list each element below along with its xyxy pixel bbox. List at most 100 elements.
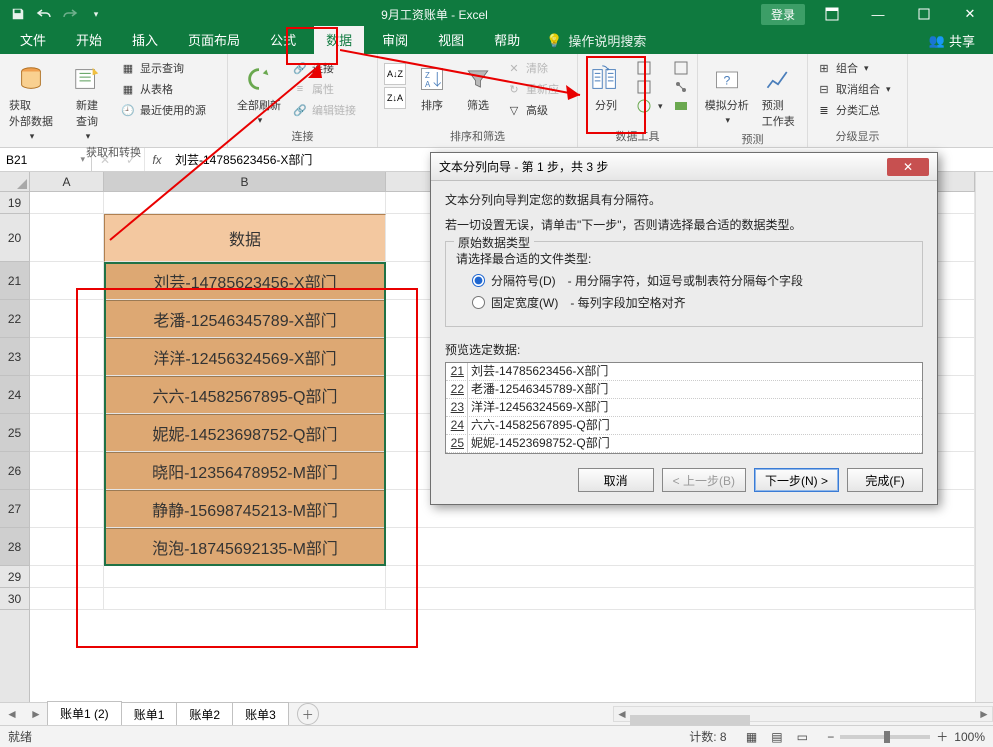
tab-file[interactable]: 文件 (8, 26, 58, 54)
sheet-tab-3[interactable]: 账单3 (232, 702, 289, 726)
tab-view[interactable]: 视图 (426, 26, 476, 54)
connections-button[interactable]: 🔗连接 (290, 59, 358, 77)
manage-data-model-button[interactable] (671, 97, 691, 115)
row-28[interactable]: 28 (0, 528, 29, 566)
forecast-sheet-button[interactable]: 预测 工作表 (756, 59, 802, 129)
zoom-slider[interactable] (840, 735, 930, 739)
ungroup-button[interactable]: ⊟取消组合▾ (814, 80, 893, 98)
col-B[interactable]: B (104, 172, 386, 191)
row-30[interactable]: 30 (0, 588, 29, 610)
row-19[interactable]: 19 (0, 192, 29, 214)
subtotal-button[interactable]: ≣分类汇总 (814, 101, 893, 119)
sheet-nav-next[interactable]: ► (24, 707, 48, 721)
text-to-columns-button[interactable]: 分列 (584, 59, 628, 113)
tab-pagelayout[interactable]: 页面布局 (176, 26, 252, 54)
cell-B24[interactable]: 六六-14582567895-Q部门 (104, 376, 386, 414)
horizontal-scrollbar[interactable]: ◄ ► (613, 706, 993, 722)
zoom-control[interactable]: − ＋ 100% (827, 728, 985, 745)
row-27[interactable]: 27 (0, 490, 29, 528)
ribbon-options-icon[interactable] (809, 0, 855, 28)
sheet-tab-0[interactable]: 账单1 (2) (47, 701, 122, 727)
view-buttons[interactable]: ▦ ▤ ▭ (741, 730, 814, 744)
vertical-scrollbar[interactable] (975, 172, 993, 702)
zoom-in-icon[interactable]: ＋ (936, 728, 948, 745)
cell-B22[interactable]: 老潘-12546345789-X部门 (104, 300, 386, 338)
sheet-nav-prev[interactable]: ◄ (0, 707, 24, 721)
zoom-out-icon[interactable]: − (827, 730, 834, 744)
sort-asc-button[interactable]: A↓Z (384, 63, 406, 85)
advanced-filter-button[interactable]: ▽高级 (504, 101, 561, 119)
row-20[interactable]: 20 (0, 214, 29, 262)
new-query-button[interactable]: 新建 查询▾ (62, 59, 112, 142)
table-icon: ▦ (120, 81, 136, 97)
data-model-icon (673, 98, 689, 114)
row-23[interactable]: 23 (0, 338, 29, 376)
refresh-all-button[interactable]: 全部刷新▾ (234, 59, 284, 126)
from-table-button[interactable]: ▦从表格 (118, 80, 208, 98)
row-26[interactable]: 26 (0, 452, 29, 490)
row-25[interactable]: 25 (0, 414, 29, 452)
share-button[interactable]: 👥 共享 (921, 27, 983, 54)
normal-view-icon[interactable]: ▦ (741, 730, 763, 744)
flash-fill-button[interactable] (634, 59, 665, 77)
new-sheet-button[interactable]: ＋ (297, 703, 319, 725)
sort-desc-button[interactable]: Z↓A (384, 87, 406, 109)
dialog-cancel-button[interactable]: 取消 (578, 468, 654, 492)
save-icon[interactable] (6, 3, 30, 25)
dialog-finish-button[interactable]: 完成(F) (847, 468, 923, 492)
row-22[interactable]: 22 (0, 300, 29, 338)
cell-B27[interactable]: 静静-15698745213-M部门 (104, 490, 386, 528)
sheet-tab-2[interactable]: 账单2 (176, 702, 233, 726)
sheet-tab-1[interactable]: 账单1 (121, 702, 178, 726)
show-queries-button[interactable]: ▦显示查询 (118, 59, 208, 77)
close-icon[interactable]: ✕ (947, 0, 993, 28)
consolidate-button[interactable] (671, 59, 691, 77)
row-24[interactable]: 24 (0, 376, 29, 414)
cell-B25[interactable]: 妮妮-14523698752-Q部门 (104, 414, 386, 452)
select-all-triangle[interactable] (0, 172, 30, 192)
filter-button[interactable]: 筛选 (458, 59, 498, 113)
radio-fixed-input[interactable] (472, 296, 485, 309)
whatif-button[interactable]: ? 模拟分析▾ (704, 59, 750, 126)
minimize-icon[interactable]: — (855, 0, 901, 28)
qat-customize-icon[interactable]: ▾ (84, 3, 108, 25)
radio-fixed-width[interactable]: 固定宽度(W) - 每列字段加空格对齐 (472, 294, 912, 311)
tell-me-search[interactable]: 💡 操作说明搜索 (538, 27, 654, 54)
tab-formulas[interactable]: 公式 (258, 26, 308, 54)
radio-delimited-input[interactable] (472, 274, 485, 287)
cell-B23[interactable]: 洋洋-12456324569-X部门 (104, 338, 386, 376)
sort-button[interactable]: ZA 排序 (412, 59, 452, 113)
page-layout-icon[interactable]: ▤ (766, 730, 788, 744)
dialog-close-button[interactable]: ✕ (887, 158, 929, 176)
dialog-titlebar[interactable]: 文本分列向导 - 第 1 步，共 3 步 ✕ (431, 153, 937, 181)
page-break-icon[interactable]: ▭ (791, 730, 813, 744)
hscroll-right[interactable]: ► (976, 707, 992, 721)
row-29[interactable]: 29 (0, 566, 29, 588)
radio-delimited[interactable]: 分隔符号(D) - 用分隔字符，如逗号或制表符分隔每个字段 (472, 272, 912, 289)
dialog-next-button[interactable]: 下一步(N) > (754, 468, 839, 492)
col-A[interactable]: A (30, 172, 104, 191)
get-external-data-button[interactable]: 获取 外部数据▾ (6, 59, 56, 142)
relationships-button[interactable] (671, 78, 691, 96)
tab-home[interactable]: 开始 (64, 26, 114, 54)
undo-icon[interactable] (32, 3, 56, 25)
preview-box[interactable]: 21刘芸-14785623456-X部门 22老潘-12546345789-X部… (445, 362, 923, 454)
cell-B28[interactable]: 泡泡-18745692135-M部门 (104, 528, 386, 566)
cell-B20[interactable]: 数据 (104, 214, 386, 262)
maximize-icon[interactable] (901, 0, 947, 28)
zoom-level[interactable]: 100% (954, 730, 985, 744)
tab-insert[interactable]: 插入 (120, 26, 170, 54)
tab-data[interactable]: 数据 (314, 26, 364, 54)
tab-help[interactable]: 帮助 (482, 26, 532, 54)
cell-B21[interactable]: 刘芸-14785623456-X部门 (104, 262, 386, 300)
redo-icon[interactable] (58, 3, 82, 25)
data-validation-button[interactable]: ▾ (634, 97, 665, 115)
remove-duplicates-button[interactable] (634, 78, 665, 96)
recent-sources-button[interactable]: 🕘最近使用的源 (118, 101, 208, 119)
login-button[interactable]: 登录 (761, 4, 805, 25)
row-21[interactable]: 21 (0, 262, 29, 300)
cell-B26[interactable]: 晓阳-12356478952-M部门 (104, 452, 386, 490)
tab-review[interactable]: 审阅 (370, 26, 420, 54)
hscroll-left[interactable]: ◄ (614, 707, 630, 721)
group-rows-button[interactable]: ⊞组合▾ (814, 59, 893, 77)
